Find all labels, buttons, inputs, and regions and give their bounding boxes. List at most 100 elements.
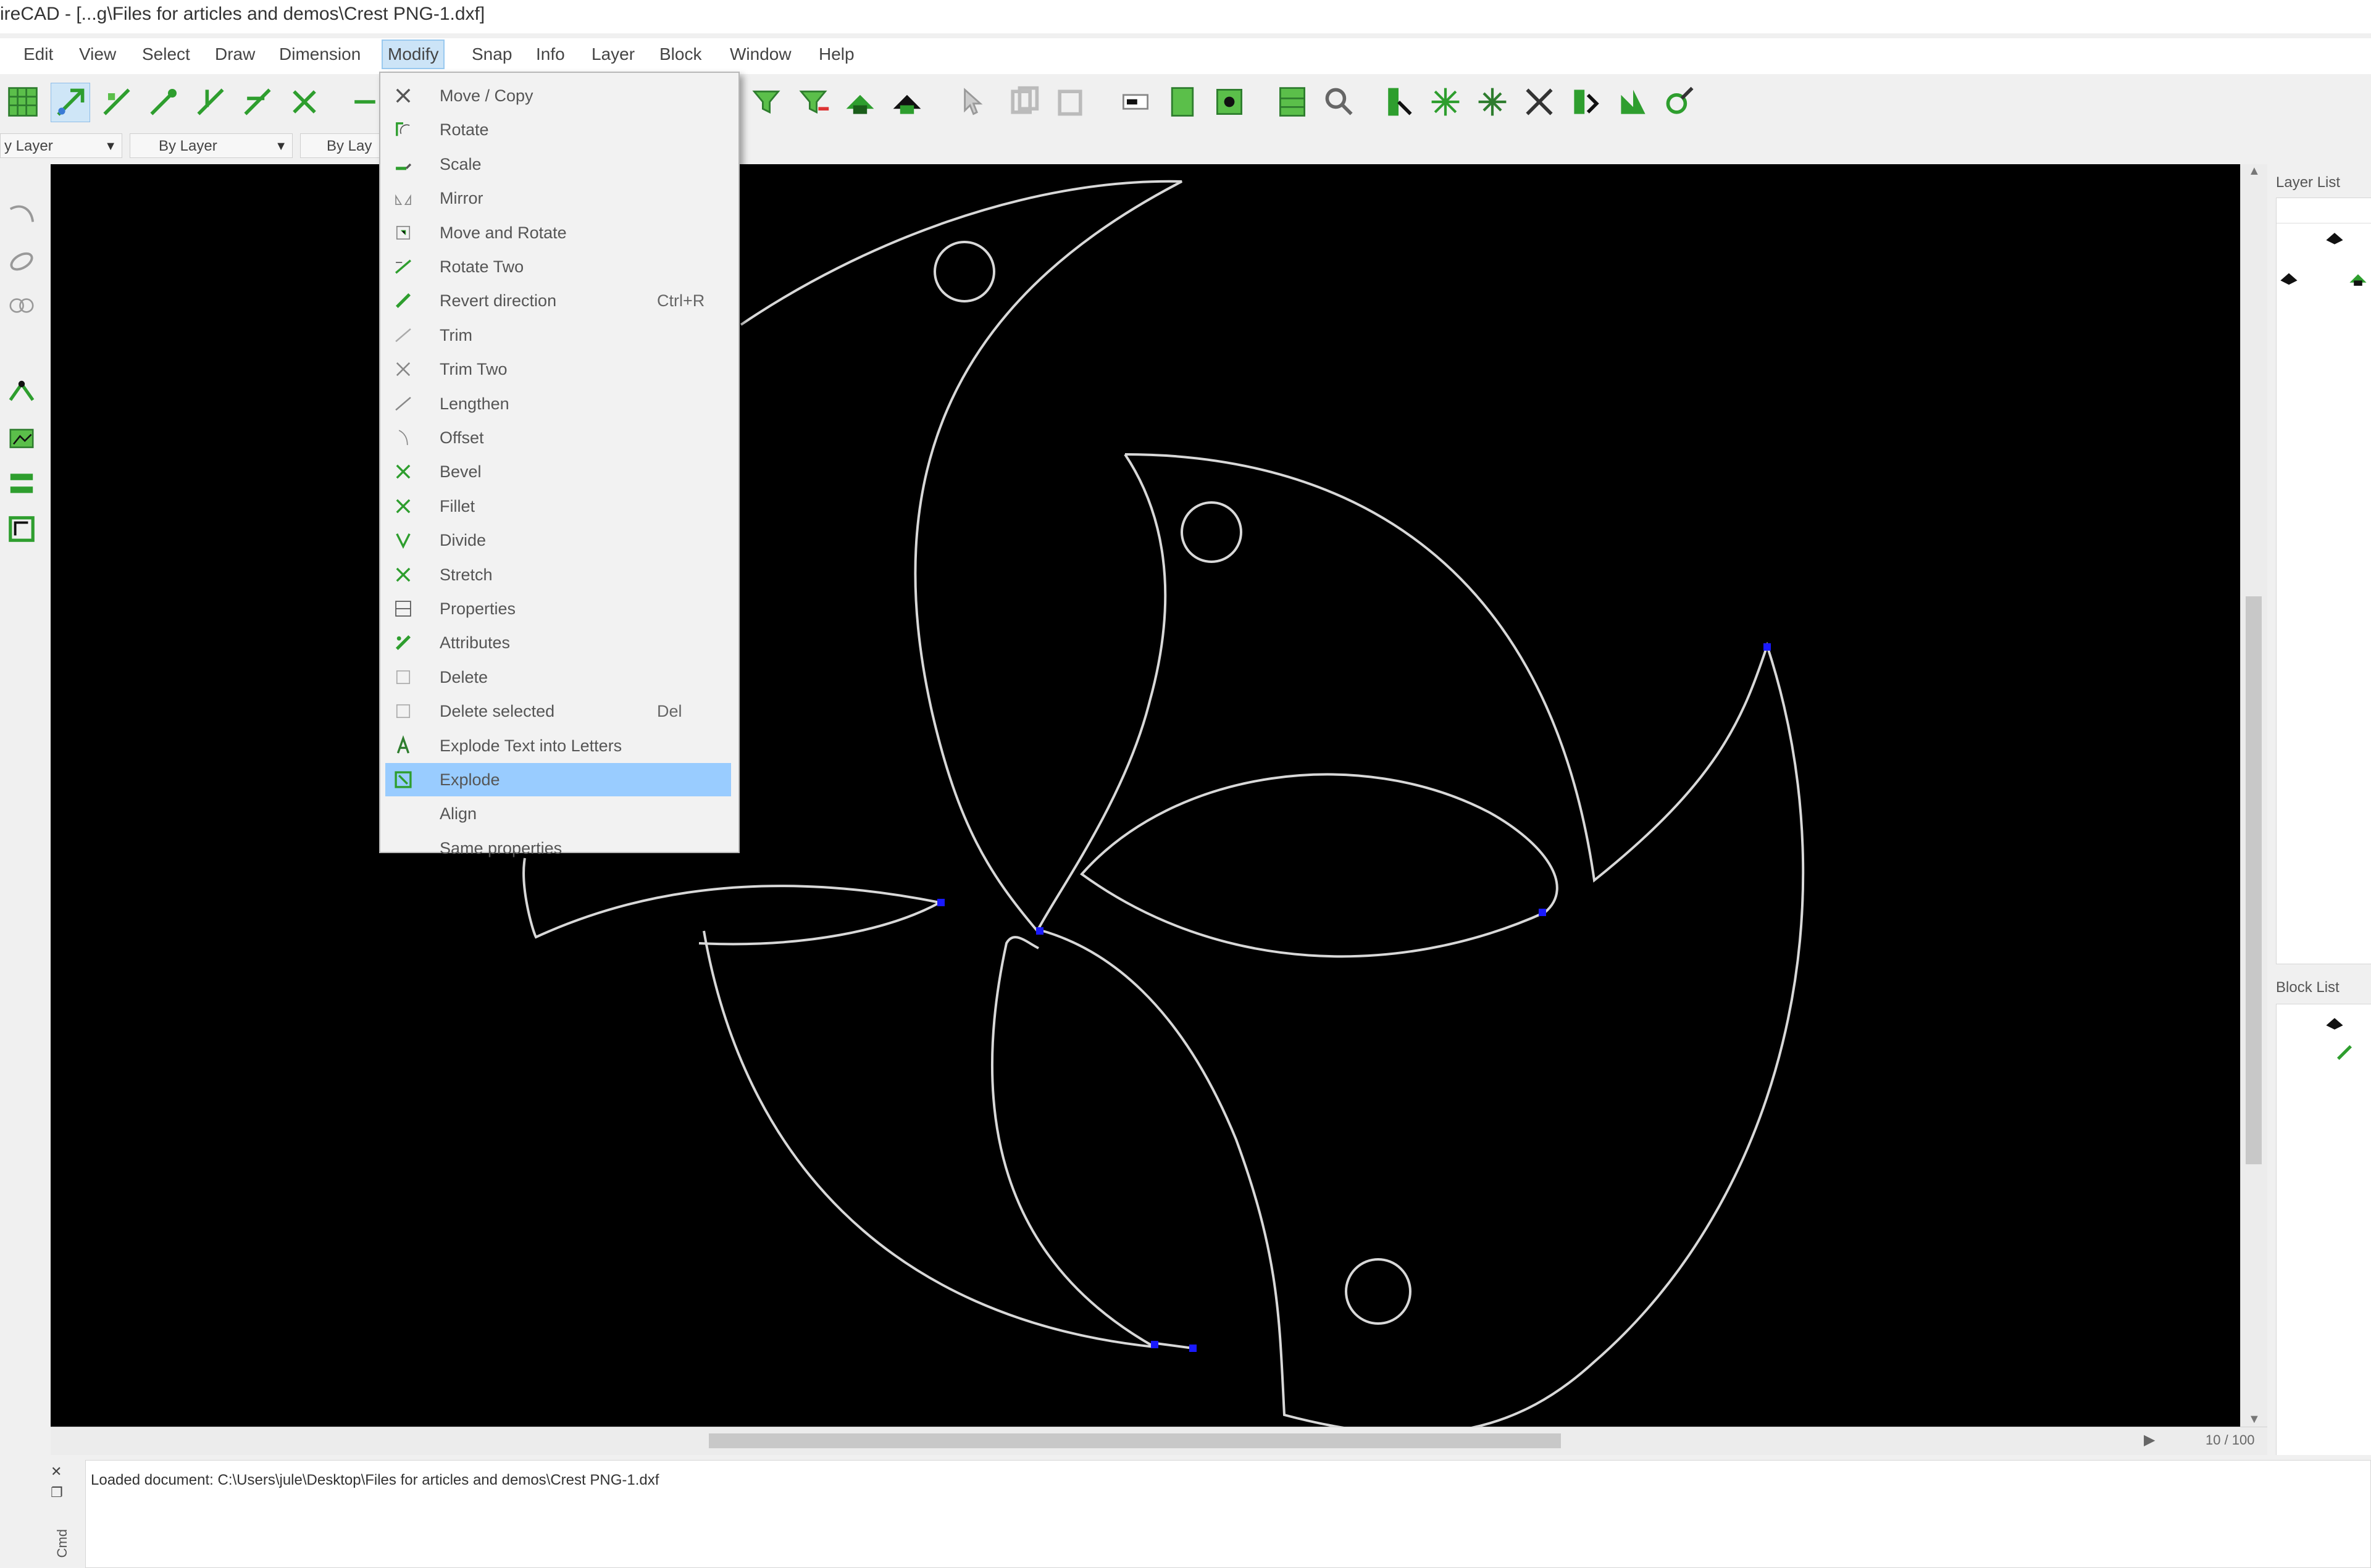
menu-item-move-and-rotate[interactable]: Move and Rotate <box>385 216 731 249</box>
restrict-icon[interactable] <box>346 83 384 121</box>
menu-item-rotate[interactable]: Rotate <box>385 113 731 146</box>
menu-info[interactable]: Info <box>536 44 565 64</box>
layer-visibility-icon[interactable] <box>2277 266 2301 291</box>
menu-view[interactable]: View <box>79 44 116 64</box>
block-insert-icon[interactable] <box>1116 83 1155 121</box>
block-toolbar-icon[interactable] <box>2322 1013 2347 1038</box>
grid-view-icon[interactable] <box>1273 83 1311 121</box>
main-toolbar <box>0 74 2371 134</box>
horizontal-scrollbar[interactable]: ▶ 10 / 100 <box>51 1427 2267 1456</box>
block-add-icon[interactable] <box>2332 1040 2357 1065</box>
width-combo[interactable]: By Lay <box>300 133 380 158</box>
arc-tool-icon[interactable] <box>4 198 40 233</box>
menu-help[interactable]: Help <box>819 44 855 64</box>
block-edit-icon[interactable] <box>1210 83 1248 121</box>
endpoint-marker <box>1189 1345 1197 1352</box>
layer-list-panel[interactable] <box>2276 198 2371 964</box>
zoom-in-icon[interactable] <box>1379 83 1418 121</box>
menu-item-stretch[interactable]: Stretch <box>385 558 731 591</box>
polyline-tool-icon[interactable] <box>4 374 40 410</box>
snap-entity-icon[interactable] <box>191 83 230 121</box>
menu-item-properties[interactable]: Properties <box>385 592 731 625</box>
menu-item-label: Stretch <box>440 565 493 584</box>
layer-remove-icon[interactable] <box>794 83 832 121</box>
zoom-extents-icon[interactable] <box>1661 83 1699 121</box>
command-history[interactable]: Loaded document: C:\Users\jule\Desktop\F… <box>85 1460 2371 1568</box>
menu-item-trim[interactable]: Trim <box>385 319 731 352</box>
menu-layer[interactable]: Layer <box>592 44 635 64</box>
hatch-tool-icon[interactable] <box>4 511 40 547</box>
layer-toolbar-icon[interactable] <box>2322 228 2347 252</box>
zoom-out-icon[interactable] <box>1426 83 1465 121</box>
zoom-pan-icon[interactable] <box>1614 83 1652 121</box>
menu-dimension[interactable]: Dimension <box>279 44 361 64</box>
snap-intersection-icon[interactable] <box>285 83 324 121</box>
layer-color-icon[interactable] <box>2346 266 2370 291</box>
layer-filter-input[interactable] <box>2277 198 2371 223</box>
menu-item-align[interactable]: Align <box>385 797 731 830</box>
snap-free-icon[interactable] <box>51 83 90 122</box>
menu-item-bevel[interactable]: Bevel <box>385 455 731 488</box>
menu-item-explode-text-into-letters[interactable]: Explode Text into Letters <box>385 729 731 762</box>
block-create-icon[interactable] <box>1163 83 1202 121</box>
close-icon[interactable]: ✕ <box>51 1464 62 1480</box>
layer-combo[interactable]: y Layer ▼ <box>0 133 122 158</box>
menu-block[interactable]: Block <box>659 44 701 64</box>
bevel-icon <box>393 461 414 482</box>
menu-item-delete-selected[interactable]: Delete selected Del <box>385 694 731 728</box>
horizontal-scroll-thumb[interactable] <box>709 1433 1561 1448</box>
copy-icon[interactable] <box>1004 83 1042 121</box>
zoom-previous-icon[interactable] <box>1520 83 1558 121</box>
zoom-auto-icon[interactable] <box>1473 83 1512 121</box>
scroll-right-icon[interactable]: ▶ <box>2144 1431 2155 1449</box>
vertical-scroll-thumb[interactable] <box>2246 596 2262 1164</box>
menu-item-label: Properties <box>440 599 516 618</box>
chevron-down-icon: ▼ <box>104 140 117 153</box>
menu-item-scale[interactable]: Scale <box>385 148 731 181</box>
menu-select[interactable]: Select <box>142 44 190 64</box>
layer-add-icon[interactable] <box>747 83 785 121</box>
menu-item-same-properties[interactable]: Same properties <box>385 832 731 865</box>
menu-item-move-copy[interactable]: Move / Copy <box>385 79 731 112</box>
menu-draw[interactable]: Draw <box>215 44 255 64</box>
menu-item-attributes[interactable]: Attributes <box>385 626 731 659</box>
menu-item-explode[interactable]: Explode <box>385 763 731 796</box>
select-pointer-icon[interactable] <box>951 83 989 121</box>
menu-item-delete[interactable]: Delete <box>385 661 731 694</box>
linetype-combo[interactable]: By Layer ▼ <box>130 133 293 158</box>
scroll-down-icon[interactable]: ▼ <box>2248 1412 2260 1427</box>
command-area: ✕ ❐ Cmd Loaded document: C:\Users\jule\D… <box>0 1455 2371 1568</box>
menu-item-rotate-two[interactable]: Rotate Two <box>385 250 731 283</box>
menu-snap[interactable]: Snap <box>472 44 512 64</box>
menu-item-trim-two[interactable]: Trim Two <box>385 352 731 386</box>
menu-item-label: Revert direction <box>440 291 557 311</box>
scroll-up-icon[interactable]: ▲ <box>2248 164 2260 178</box>
menu-item-lengthen[interactable]: Lengthen <box>385 387 731 420</box>
spline-tool-icon[interactable] <box>4 288 40 323</box>
layer-visible-icon[interactable] <box>841 83 879 121</box>
grid-toggle-icon[interactable] <box>4 83 42 121</box>
zoom-redraw-icon[interactable] <box>1567 83 1605 121</box>
ellipse-tool-icon[interactable] <box>4 242 40 278</box>
snap-endpoint-icon[interactable] <box>144 83 183 121</box>
menu-item-fillet[interactable]: Fillet <box>385 490 731 523</box>
menu-bar: Edit View Select Draw Dimension Modify S… <box>0 38 2371 74</box>
menu-item-mirror[interactable]: Mirror <box>385 181 731 215</box>
menu-item-revert-direction[interactable]: Revert direction Ctrl+R <box>385 284 731 317</box>
menu-item-divide[interactable]: Divide <box>385 523 731 557</box>
zoom-window-icon[interactable] <box>1320 83 1358 121</box>
menu-window[interactable]: Window <box>730 44 792 64</box>
dimension-tool-icon[interactable] <box>4 465 40 501</box>
block-list-panel[interactable] <box>2276 1004 2371 1462</box>
paste-icon[interactable] <box>1051 83 1089 121</box>
layer-lock-icon[interactable] <box>888 83 926 121</box>
snap-grid-icon[interactable] <box>98 83 136 121</box>
menu-item-label: Rotate Two <box>440 257 524 276</box>
float-icon[interactable]: ❐ <box>51 1485 63 1501</box>
image-tool-icon[interactable] <box>4 420 40 456</box>
menu-edit[interactable]: Edit <box>23 44 53 64</box>
vertical-scrollbar[interactable]: ▲ ▼ <box>2240 164 2268 1427</box>
menu-modify[interactable]: Modify <box>381 40 445 69</box>
menu-item-offset[interactable]: Offset <box>385 421 731 454</box>
snap-center-icon[interactable] <box>238 83 277 121</box>
